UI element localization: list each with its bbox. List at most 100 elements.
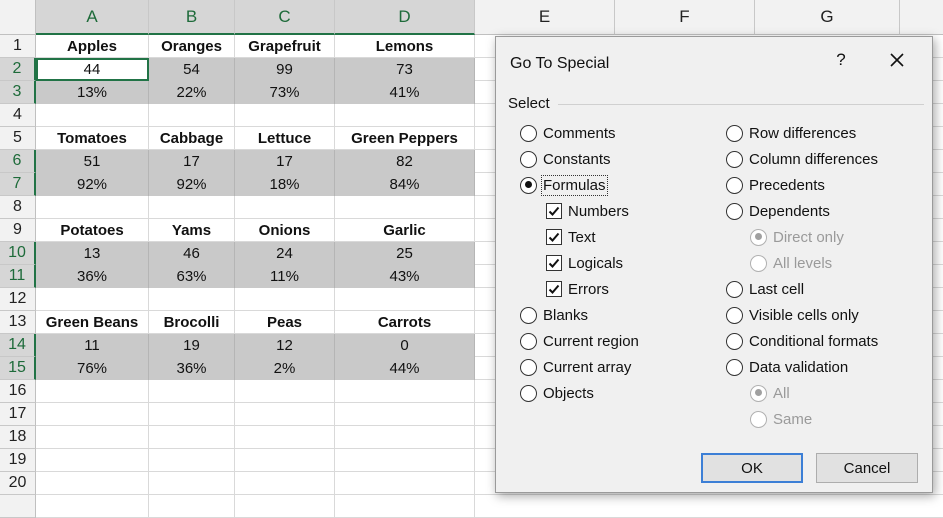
cell-d18[interactable] [335,426,475,449]
row-header-15[interactable]: 15 [0,357,36,380]
cell-a21[interactable] [36,495,149,518]
cell-a20[interactable] [36,472,149,495]
cell-c20[interactable] [235,472,335,495]
cell-b12[interactable] [149,288,235,311]
cell-a18[interactable] [36,426,149,449]
cell-c7[interactable]: 18% [235,173,335,196]
cancel-button[interactable]: Cancel [816,453,918,483]
cell-c9[interactable]: Onions [235,219,335,242]
row-header-10[interactable]: 10 [0,242,36,265]
cell-b21[interactable] [149,495,235,518]
cell-d7[interactable]: 84% [335,173,475,196]
cell-b10[interactable]: 46 [149,242,235,265]
option-visible-cells-only[interactable]: Visible cells only [726,304,859,326]
cell-b1[interactable]: Oranges [149,35,235,58]
row-header-16[interactable]: 16 [0,380,36,403]
cell-d8[interactable] [335,196,475,219]
row-header-6[interactable]: 6 [0,150,36,173]
ok-button[interactable]: OK [701,453,803,483]
row-header-1[interactable]: 1 [0,35,36,58]
column-header-c[interactable]: C [235,0,335,35]
cell-d12[interactable] [335,288,475,311]
cell-a5[interactable]: Tomatoes [36,127,149,150]
cell-b19[interactable] [149,449,235,472]
option-dependents[interactable]: Dependents [726,200,830,222]
cell-c3[interactable]: 73% [235,81,335,104]
cell-c6[interactable]: 17 [235,150,335,173]
cell-c11[interactable]: 11% [235,265,335,288]
column-header-g[interactable]: G [755,0,900,35]
cell-b2[interactable]: 54 [149,58,235,81]
cell-d6[interactable]: 82 [335,150,475,173]
column-header-a[interactable]: A [36,0,149,35]
cell-d16[interactable] [335,380,475,403]
cell-c15[interactable]: 2% [235,357,335,380]
column-header-f[interactable]: F [615,0,755,35]
option-comments[interactable]: Comments [520,122,616,144]
column-header-b[interactable]: B [149,0,235,35]
cell-c19[interactable] [235,449,335,472]
cell-a2[interactable]: 44 [36,58,149,81]
cell-c18[interactable] [235,426,335,449]
cell-d15[interactable]: 44% [335,357,475,380]
cell-b8[interactable] [149,196,235,219]
cell-a16[interactable] [36,380,149,403]
option-conditional-formats[interactable]: Conditional formats [726,330,878,352]
cell-d19[interactable] [335,449,475,472]
column-header-h[interactable] [900,0,943,35]
cell-b4[interactable] [149,104,235,127]
cell-c2[interactable]: 99 [235,58,335,81]
cell-b17[interactable] [149,403,235,426]
help-button[interactable]: ? [826,47,856,73]
option-data-validation[interactable]: Data validation [726,356,848,378]
cell-d9[interactable]: Garlic [335,219,475,242]
cell-a9[interactable]: Potatoes [36,219,149,242]
cell-d10[interactable]: 25 [335,242,475,265]
cell-b13[interactable]: Brocolli [149,311,235,334]
cell-a4[interactable] [36,104,149,127]
cell-a11[interactable]: 36% [36,265,149,288]
row-header-21[interactable] [0,495,36,518]
option-row-differences[interactable]: Row differences [726,122,856,144]
row-header-5[interactable]: 5 [0,127,36,150]
cell-a7[interactable]: 92% [36,173,149,196]
cell-a1[interactable]: Apples [36,35,149,58]
close-button[interactable] [882,47,912,73]
cell-a19[interactable] [36,449,149,472]
cell-d20[interactable] [335,472,475,495]
cell-b20[interactable] [149,472,235,495]
cell-d2[interactable]: 73 [335,58,475,81]
cell-c8[interactable] [235,196,335,219]
cell-c21[interactable] [235,495,335,518]
cell-a8[interactable] [36,196,149,219]
column-header-e[interactable]: E [475,0,615,35]
cell-a17[interactable] [36,403,149,426]
cell-c10[interactable]: 24 [235,242,335,265]
select-all-corner[interactable] [0,0,36,35]
row-header-8[interactable]: 8 [0,196,36,219]
cell-d11[interactable]: 43% [335,265,475,288]
row-header-11[interactable]: 11 [0,265,36,288]
option-constants[interactable]: Constants [520,148,611,170]
option-column-differences[interactable]: Column differences [726,148,878,170]
cell-c14[interactable]: 12 [235,334,335,357]
cell-b3[interactable]: 22% [149,81,235,104]
cell-c1[interactable]: Grapefruit [235,35,335,58]
cell-a13[interactable]: Green Beans [36,311,149,334]
row-header-4[interactable]: 4 [0,104,36,127]
cell-a3[interactable]: 13% [36,81,149,104]
option-current-region[interactable]: Current region [520,330,639,352]
cell-c12[interactable] [235,288,335,311]
row-header-13[interactable]: 13 [0,311,36,334]
checkbox-numbers[interactable]: Numbers [546,200,629,222]
option-same[interactable]: Same [750,408,812,430]
option-blanks[interactable]: Blanks [520,304,588,326]
cell-d3[interactable]: 41% [335,81,475,104]
column-header-d[interactable]: D [335,0,475,35]
cell-c5[interactable]: Lettuce [235,127,335,150]
cell-d14[interactable]: 0 [335,334,475,357]
row-header-18[interactable]: 18 [0,426,36,449]
cell-a12[interactable] [36,288,149,311]
option-objects[interactable]: Objects [520,382,594,404]
option-last-cell[interactable]: Last cell [726,278,804,300]
